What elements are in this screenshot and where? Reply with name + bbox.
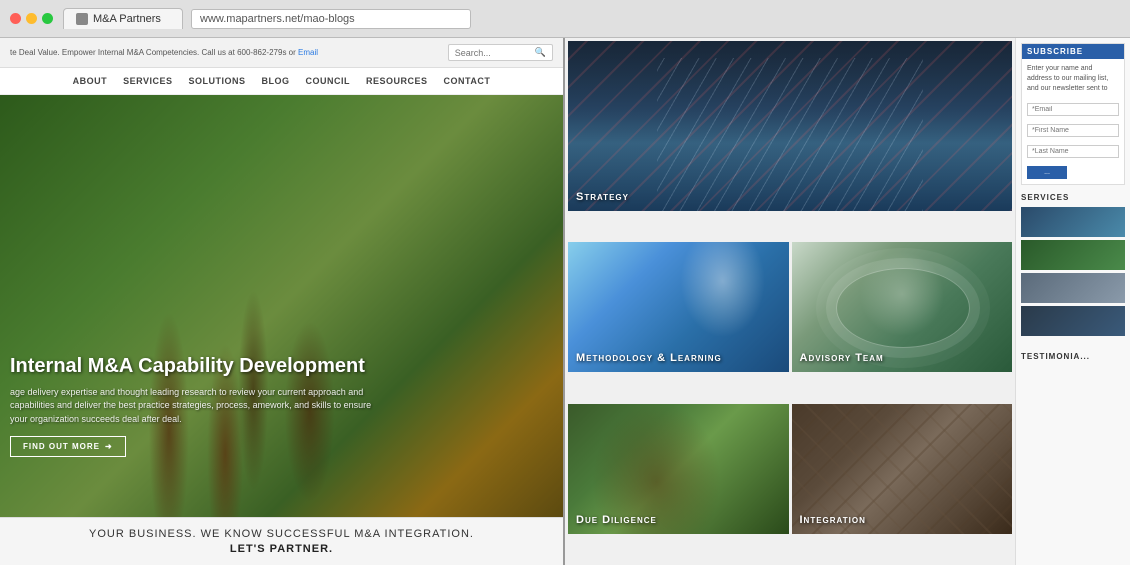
subscribe-email[interactable] bbox=[1027, 103, 1119, 116]
subscribe-last-name[interactable] bbox=[1027, 145, 1119, 158]
subscribe-box: SUBSCRIBE Enter your name and address to… bbox=[1021, 43, 1125, 185]
tiles-grid: Strategy Methodology & Learning Advisory… bbox=[565, 38, 1015, 565]
hero-title: Internal M&A Capability Development bbox=[10, 355, 553, 378]
advisory-tile-label: Advisory Team bbox=[800, 352, 884, 364]
nav-council[interactable]: COUNCIL bbox=[306, 76, 351, 86]
integration-tile[interactable]: Integration bbox=[792, 404, 1013, 534]
top-bar: te Deal Value. Empower Internal M&A Comp… bbox=[0, 38, 563, 68]
find-out-more-button[interactable]: FIND OUT MORE ➜ bbox=[10, 436, 126, 457]
subscribe-description: Enter your name and address to our maili… bbox=[1027, 64, 1119, 93]
service-thumb-3[interactable] bbox=[1021, 273, 1125, 303]
due-diligence-tile-label: Due Diligence bbox=[576, 514, 657, 526]
arrow-icon: ➜ bbox=[105, 442, 113, 451]
search-input[interactable] bbox=[455, 48, 535, 58]
nav-about[interactable]: ABOUT bbox=[73, 76, 108, 86]
address-bar[interactable]: www.mapartners.net/mao-blogs bbox=[191, 9, 471, 29]
strategy-tile-label: Strategy bbox=[576, 191, 629, 203]
nav-blog[interactable]: BLOG bbox=[262, 76, 290, 86]
right-main: Strategy Methodology & Learning Advisory… bbox=[565, 38, 1015, 565]
service-thumb-1[interactable] bbox=[1021, 207, 1125, 237]
methodology-tile[interactable]: Methodology & Learning bbox=[568, 242, 789, 372]
services-title: SERVICES bbox=[1021, 193, 1125, 202]
hero-description: age delivery expertise and thought leadi… bbox=[10, 386, 390, 427]
testimonials-section: TESTIMONIA... bbox=[1021, 352, 1125, 361]
tagline-bottom: LET'S PARTNER. bbox=[10, 543, 553, 555]
testimonials-title: TESTIMONIA... bbox=[1021, 352, 1125, 361]
main-wrapper: te Deal Value. Empower Internal M&A Comp… bbox=[0, 38, 1130, 565]
integration-tile-label: Integration bbox=[800, 514, 866, 526]
strategy-tile[interactable]: Strategy bbox=[568, 41, 1012, 211]
bottom-tagline: YOUR BUSINESS. WE KNOW SUCCESSFUL M&A IN… bbox=[0, 517, 563, 565]
right-panel: Strategy Methodology & Learning Advisory… bbox=[565, 38, 1130, 565]
subscribe-first-name[interactable] bbox=[1027, 124, 1119, 137]
email-link[interactable]: Email bbox=[298, 48, 318, 57]
services-section: SERVICES bbox=[1021, 193, 1125, 339]
hero-content: Internal M&A Capability Development age … bbox=[10, 355, 553, 458]
nav-contact[interactable]: CONTACT bbox=[444, 76, 491, 86]
right-sidebar: SUBSCRIBE Enter your name and address to… bbox=[1015, 38, 1130, 565]
nav-resources[interactable]: RESOURCES bbox=[366, 76, 428, 86]
search-bar[interactable]: 🔍 bbox=[448, 44, 553, 61]
service-thumb-2[interactable] bbox=[1021, 240, 1125, 270]
left-panel: te Deal Value. Empower Internal M&A Comp… bbox=[0, 38, 565, 565]
nav-solutions[interactable]: SOLUTIONS bbox=[189, 76, 246, 86]
subscribe-title: SUBSCRIBE bbox=[1022, 44, 1124, 59]
browser-tab[interactable]: M&A Partners bbox=[63, 8, 183, 29]
maximize-button[interactable] bbox=[42, 13, 53, 24]
subscribe-button[interactable]: ... bbox=[1027, 166, 1067, 179]
methodology-tile-label: Methodology & Learning bbox=[576, 352, 722, 364]
search-icon: 🔍 bbox=[535, 47, 546, 58]
top-bar-text: te Deal Value. Empower Internal M&A Comp… bbox=[10, 48, 318, 57]
traffic-lights bbox=[10, 13, 53, 24]
tab-bar: M&A Partners www.mapartners.net/mao-blog… bbox=[63, 8, 1120, 29]
tagline-top: YOUR BUSINESS. WE KNOW SUCCESSFUL M&A IN… bbox=[10, 528, 553, 540]
browser-chrome: M&A Partners www.mapartners.net/mao-blog… bbox=[0, 0, 1130, 38]
close-button[interactable] bbox=[10, 13, 21, 24]
due-diligence-tile[interactable]: Due Diligence bbox=[568, 404, 789, 534]
tab-favicon bbox=[76, 13, 88, 25]
tab-title: M&A Partners bbox=[93, 13, 161, 25]
hero-section: Internal M&A Capability Development age … bbox=[0, 95, 563, 517]
nav-bar: ABOUT SERVICES SOLUTIONS BLOG COUNCIL RE… bbox=[0, 68, 563, 95]
nav-services[interactable]: SERVICES bbox=[123, 76, 172, 86]
service-thumb-4[interactable] bbox=[1021, 306, 1125, 336]
advisory-tile[interactable]: Advisory Team bbox=[792, 242, 1013, 372]
minimize-button[interactable] bbox=[26, 13, 37, 24]
strategy-tile-bg bbox=[568, 41, 1012, 211]
